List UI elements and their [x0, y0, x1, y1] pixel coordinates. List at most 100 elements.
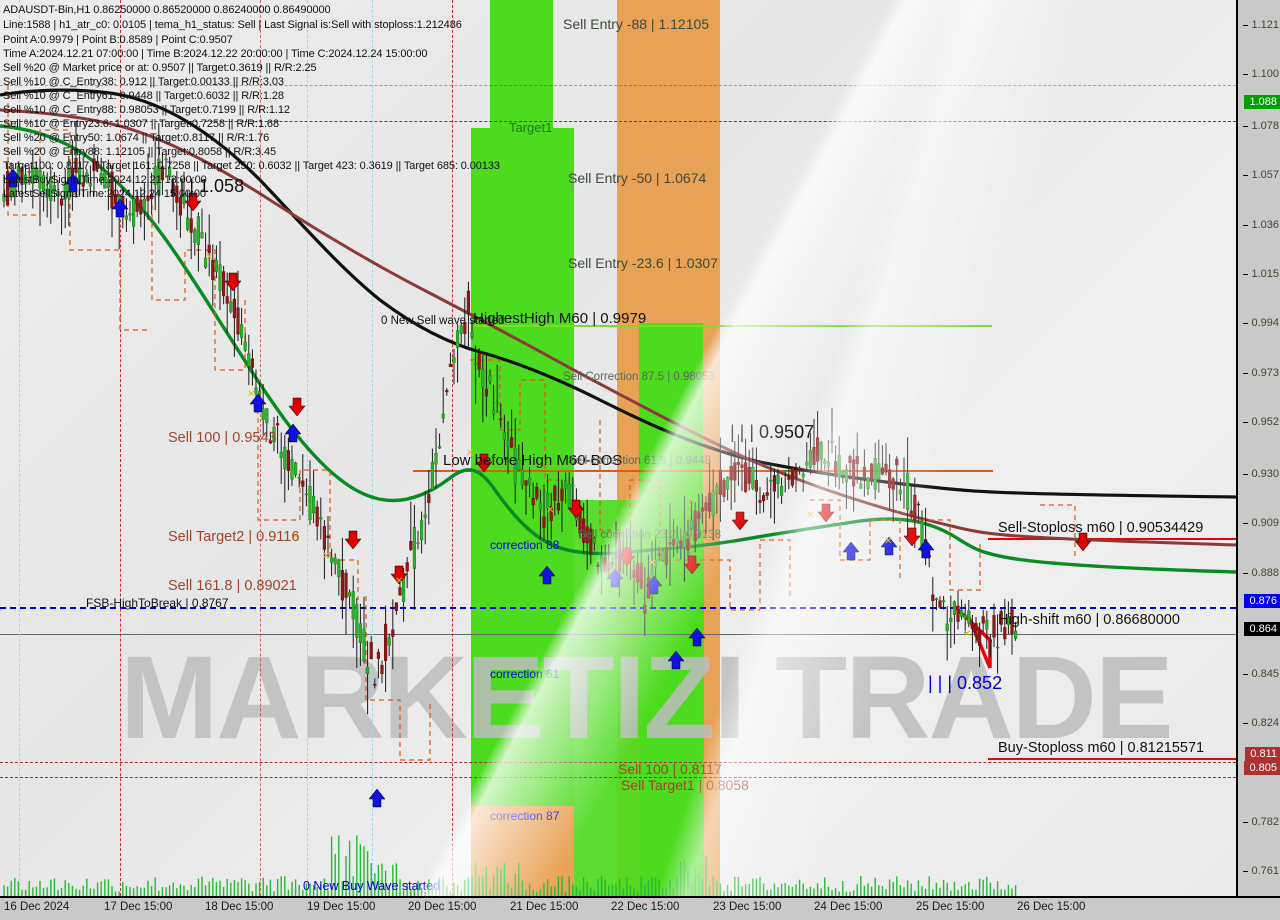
- tick-mark: [1243, 821, 1249, 823]
- tick-mark: [1243, 224, 1249, 226]
- sell-arrow-icon: [903, 527, 921, 547]
- anno-sell-correction-232: Sell correction 23.2 | 0.9138: [578, 529, 721, 541]
- tick-mark: [1243, 673, 1249, 675]
- header-line-6: Sell %10 @ C_Entry61: 0.9448 || Target:0…: [3, 90, 284, 102]
- tick-mark: [1243, 422, 1249, 424]
- header-line-7: Sell %10 @ C_Entry88: 0.98053 || Target:…: [3, 104, 290, 116]
- anno-sell-correction-618: Sell correction 61.8 | 0.9448: [568, 455, 711, 467]
- price-tick: 1.036: [1243, 219, 1279, 231]
- anno-target1: Target1: [509, 120, 553, 135]
- price-tick: 0.888: [1243, 567, 1279, 579]
- tick-mark: [1243, 572, 1249, 574]
- tick-mark: [1243, 323, 1249, 325]
- time-tick: 19 Dec 15:00: [307, 901, 376, 913]
- time-tick: 24 Dec 15:00: [814, 901, 883, 913]
- time-tick: 23 Dec 15:00: [713, 901, 782, 913]
- header-line-5: Sell %10 @ C_Entry38: 0.912 || Target:0.…: [3, 76, 284, 88]
- buy-arrow-icon: [284, 423, 302, 443]
- anno-sell-target1: Sell Target1 | 0.8058: [621, 777, 749, 793]
- fractal-marker-icon: ✕: [322, 551, 330, 562]
- buy-arrow-icon: [111, 198, 129, 218]
- price-tick: 0.782: [1243, 816, 1279, 828]
- anno-new-sell-wave: 0 New Sell wave started: [381, 315, 505, 327]
- sell-arrow-icon: [817, 503, 835, 523]
- anno-sell-target2: Sell Target2 | 0.9116: [168, 529, 300, 545]
- price-tag: 0.811: [1245, 746, 1280, 761]
- tick-mark: [1243, 523, 1249, 525]
- sell-arrow-icon: [567, 499, 585, 519]
- header-line-4: Sell %20 @ Market price or at: 0.9507 ||…: [3, 62, 317, 74]
- tick-mark: [1243, 871, 1249, 873]
- price-tag: 1.088: [1244, 95, 1280, 110]
- anno-sell-stoploss: Sell-Stoploss m60 | 0.90534429: [998, 520, 1204, 536]
- chart-plot-area[interactable]: MARKETIZI TRADE ✕ ✕ ✕ ✕ ✕ ✕ ✕ ✕ ✕ ✕ ✕ AD…: [0, 0, 1236, 896]
- price-tick: 0.930: [1243, 468, 1279, 480]
- time-tick: 20 Dec 15:00: [408, 901, 477, 913]
- anno-buy-stoploss: Buy-Stoploss m60 | 0.81215571: [998, 740, 1205, 756]
- sell-arrow-icon: [683, 555, 701, 575]
- fractal-marker-icon: ✕: [648, 558, 656, 569]
- anno-sell-100-low: Sell 100 | 0.8117: [618, 761, 722, 777]
- tick-mark: [1243, 273, 1249, 275]
- price-tick: 1.015: [1243, 268, 1279, 280]
- trading-chart-window: MARKETIZI TRADE ✕ ✕ ✕ ✕ ✕ ✕ ✕ ✕ ✕ ✕ ✕ AD…: [0, 0, 1280, 920]
- anno-wave-09507: | | | 0.9507: [730, 422, 815, 442]
- fractal-marker-icon: ✕: [546, 505, 554, 516]
- buy-arrow-icon: [538, 565, 556, 585]
- anno-sell-correction-875: Sell Correction 87.5 | 0.98053: [563, 371, 715, 383]
- fractal-marker-icon: ✕: [884, 536, 892, 547]
- price-tick: 0.845: [1243, 668, 1279, 680]
- header-line-10: Sell %20 @ Entry88: 1.12105 || Target:0.…: [3, 146, 277, 158]
- anno-wave-1058: | | | 1.058: [170, 176, 245, 196]
- header-line-11: Target100: 0.8117 || Target 161: 0.7258 …: [3, 160, 500, 172]
- buy-arrow-icon: [688, 627, 706, 647]
- tick-mark: [1243, 723, 1249, 725]
- price-tick: 0.994: [1243, 317, 1279, 329]
- tick-mark: [1243, 125, 1249, 127]
- buy-arrow-icon: [667, 650, 685, 670]
- price-tick: 1.078: [1243, 120, 1279, 132]
- price-tag: 0.805: [1244, 760, 1280, 775]
- anno-correction-38: correction 38: [490, 538, 560, 552]
- anno-sell-100-high: Sell 100 | 0.9543: [168, 430, 277, 446]
- header-line-3: Time A:2024.12.21 07:00:00 | Time B:2024…: [3, 48, 428, 60]
- price-tick: 0.952: [1243, 416, 1279, 428]
- tick-mark: [1243, 24, 1249, 26]
- fractal-marker-icon: ✕: [963, 629, 971, 640]
- price-tick: 1.100: [1243, 68, 1279, 80]
- fractal-marker-icon: ✕: [806, 510, 814, 521]
- price-axis[interactable]: 1.121 1.100 1.078 1.057 1.036 1.015 0.994 0.973…: [1236, 0, 1280, 896]
- price-tick: 1.121: [1243, 19, 1279, 31]
- sell-arrow-icon: [731, 511, 749, 531]
- time-tick: 21 Dec 15:00: [510, 901, 579, 913]
- time-tick: 25 Dec 15:00: [916, 901, 985, 913]
- fractal-marker-icon: ✕: [205, 252, 213, 263]
- price-tick: 0.909: [1243, 517, 1279, 529]
- time-tick: 16 Dec 2024: [4, 901, 70, 913]
- anno-sell-entry-88: Sell Entry -88 | 1.12105: [563, 16, 710, 32]
- anno-correction-61: correction 61: [490, 667, 560, 681]
- buy-arrow-icon: [645, 575, 663, 595]
- sell-arrow-icon: [224, 272, 242, 292]
- tick-mark: [1243, 372, 1249, 374]
- anno-wave-0852: | | | 0.852: [928, 673, 1003, 693]
- time-axis[interactable]: 16 Dec 2024 17 Dec 15:00 18 Dec 15:00 19 De…: [0, 896, 1280, 920]
- fractal-marker-icon: ✕: [395, 576, 403, 587]
- time-tick: 18 Dec 15:00: [205, 901, 274, 913]
- buy-arrow-icon: [842, 541, 860, 561]
- price-tick: 0.824: [1243, 717, 1279, 729]
- anno-high-shift: High-shift m60 | 0.86680000: [998, 612, 1180, 628]
- header-line-8: Sell %10 @ Entry23.6: 1.0307 || Target:0…: [3, 118, 279, 130]
- anno-new-buy-wave: 0 New Buy Wave started: [303, 879, 441, 893]
- header-line-9: Sell %20 @ Entry50: 1.0674 || Target:0.8…: [3, 132, 270, 144]
- tick-mark: [1243, 175, 1249, 177]
- header-line-0: ADAUSDT-Bin,H1 0.86250000 0.86520000 0.8…: [3, 4, 331, 16]
- sell-arrow-icon: [288, 397, 306, 417]
- time-tick: 26 Dec 15:00: [1017, 901, 1086, 913]
- price-tag: 0.864: [1244, 622, 1280, 637]
- time-tick: 17 Dec 15:00: [104, 901, 173, 913]
- anno-sell-entry-236: Sell Entry -23.6 | 1.0307: [568, 255, 718, 271]
- sell-arrow-icon: [618, 547, 636, 567]
- time-tick: 22 Dec 15:00: [611, 901, 680, 913]
- anno-fsb-high-to-break: FSB-HighToBreak | 0.8767: [86, 596, 229, 610]
